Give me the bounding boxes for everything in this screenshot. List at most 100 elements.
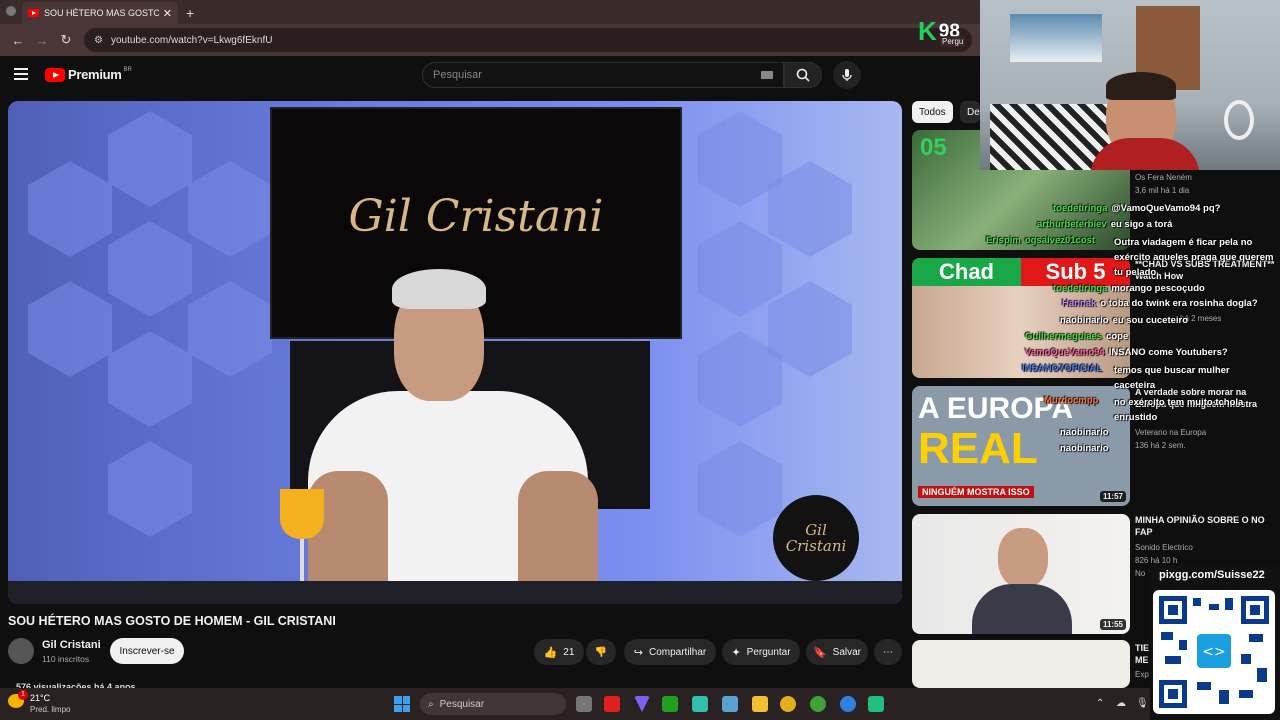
presenter-hair [392,269,486,309]
streamer-webcam [980,0,1280,170]
recommendation-meta: 826 há 10 h [1135,556,1178,565]
new-tab-button[interactable]: + [186,2,194,24]
microphone-icon [842,69,852,81]
chat-username: INSANO7OFICIAL [1022,363,1103,374]
back-button[interactable]: ← [6,33,30,48]
wall-picture [1010,14,1102,62]
youtube-play-icon [45,67,65,82]
headphones [1224,100,1254,140]
recommendation-title[interactable]: TIE ME [1135,642,1151,666]
share-button[interactable]: ↪ Compartilhar [624,639,716,665]
menu-icon[interactable] [14,68,28,80]
microphone-tray-icon[interactable]: 🎙 [1136,698,1149,709]
channel-watermark[interactable]: Gil Cristani [773,495,859,581]
streamer-hair [1106,72,1176,100]
chrome-profile-icon[interactable] [810,696,826,712]
snipping-tool-icon[interactable] [722,696,738,712]
juice-glass [280,489,324,539]
wall-panel [108,441,192,537]
recommendation-title[interactable]: MINHA OPINIÃO SOBRE O NO FAP [1135,514,1275,538]
youtube-app-icon[interactable] [604,696,620,712]
recommendation-channel[interactable]: Exp [1135,670,1149,679]
video-player[interactable]: Gil Cristani Gil Cristani [8,101,902,604]
wall-panel [698,441,782,537]
wall-panel [28,281,112,377]
weather-badge: 1 [18,690,28,700]
chip-all[interactable]: Todos [912,101,953,123]
svg-text:<>: <> [1202,644,1225,660]
taskbar-search-input[interactable]: ⌕ Pesquisar [420,693,566,715]
wall-panel [108,221,192,317]
video-title: SOU HÉTERO MAS GOSTO DE HOMEM - GIL CRIS… [8,614,336,628]
search-button[interactable] [784,62,822,88]
thumbnail-text: REAL [918,424,1038,473]
url-text: youtube.com/watch?v=Lkwg6fEknfU [110,34,273,46]
donation-url: pixgg.com/Suisse22 [1159,569,1265,581]
forward-button[interactable]: → [30,33,54,48]
tab-close-icon[interactable]: ✕ [163,7,172,20]
ask-label: Perguntar [746,646,791,658]
file-explorer-icon[interactable] [752,696,768,712]
channel-avatar[interactable] [8,638,34,664]
save-button[interactable]: 🔖 Salvar [806,639,868,665]
chat-username: toedetiringa [1053,203,1108,214]
more-actions-button[interactable]: ⋯ [874,639,902,665]
reload-button[interactable]: ↻ [54,32,78,48]
chat-message: o toba do twink era rosinha dogla? [1100,298,1258,309]
chrome-profile-icon[interactable] [840,696,856,712]
recommendation-thumbnail[interactable] [912,640,1130,688]
chat-message: eu sou cuceteiro [1112,315,1189,326]
thumbnail-text: Chad [912,258,1021,286]
chat-message: Outra viadagem é ficar pela no exército … [1114,237,1274,278]
address-bar-row: ← → ↻ ⚙ youtube.com/watch?v=Lkwg6fEknfU [0,24,980,56]
youtube-favicon-icon [28,9,39,17]
chrome-icon[interactable] [780,696,796,712]
recommendation-thumbnail[interactable]: 11:55 [912,514,1130,634]
keyboard-icon[interactable] [761,71,773,79]
video-duration: 11:57 [1099,491,1126,502]
taskbar-search-placeholder: Pesquisar [439,698,485,710]
thumbs-down-icon: 👎 [594,646,608,658]
like-button[interactable]: 👍 21 [534,639,584,665]
chat-message: cope [1106,331,1129,342]
app-icon[interactable] [868,696,884,712]
chip-de[interactable]: De [960,101,980,123]
logo-brand-text: Premium [68,67,122,82]
recommendation-channel[interactable]: Veterano na Europa [1135,428,1206,437]
screen: { "browser": { "tab_title": "SOU HÉTERO … [0,0,1280,720]
chat-message: @VamoQueVamo94 pq? [1111,203,1221,214]
notepad-icon[interactable] [692,696,708,712]
recommendation-note: No [1135,569,1146,578]
task-view-icon[interactable] [576,696,592,712]
bookmark-icon: 🔖 [812,646,827,659]
chat-message: eu sigo a torá [1110,219,1173,230]
windows-start-icon[interactable] [394,696,410,712]
subscribe-button[interactable]: Inscrever-se [110,638,184,664]
kick-logo-icon: K [918,16,937,46]
channel-name[interactable]: Gil Cristani [42,639,101,651]
url-field[interactable]: ⚙ youtube.com/watch?v=Lkwg6fEknfU [84,28,972,52]
chat-username: Erispim [986,235,1021,246]
search-icon [796,68,810,82]
search-input[interactable]: Pesquisar [422,62,784,88]
wall-panel [28,161,112,257]
temperature[interactable]: 21°C [30,693,50,703]
browser-tab-youtube[interactable]: SOU HÉTERO MAS GOSTO DE H ✕ [22,2,178,24]
network-icon[interactable]: ☁ [1116,698,1126,709]
thumbnail-text: NINGUÉM MOSTRA ISSO [918,486,1034,498]
tray-overflow-icon[interactable]: ⌃ [1096,698,1104,709]
dislike-button[interactable]: 👎 [586,639,616,665]
recommendation-channel[interactable]: Sonido Electrico [1135,543,1193,552]
wall-panel [108,111,192,207]
recommendation-meta: 136 há 2 sem. [1135,441,1186,450]
voice-search-button[interactable] [833,61,861,89]
ask-button[interactable]: ✦ Perguntar [722,639,800,665]
recommendation-channel[interactable]: Os Fera Neném [1135,172,1192,184]
chat-username: Guilhermeguiaes [1025,331,1103,342]
browser-menu-icon[interactable] [6,6,16,16]
search-icon: ⌕ [428,698,434,710]
chat-message: morango pescoçudo [1111,283,1205,294]
site-info-icon[interactable]: ⚙ [94,35,103,46]
youtube-logo[interactable]: Premium BR [45,67,132,82]
xbox-icon[interactable] [662,696,678,712]
